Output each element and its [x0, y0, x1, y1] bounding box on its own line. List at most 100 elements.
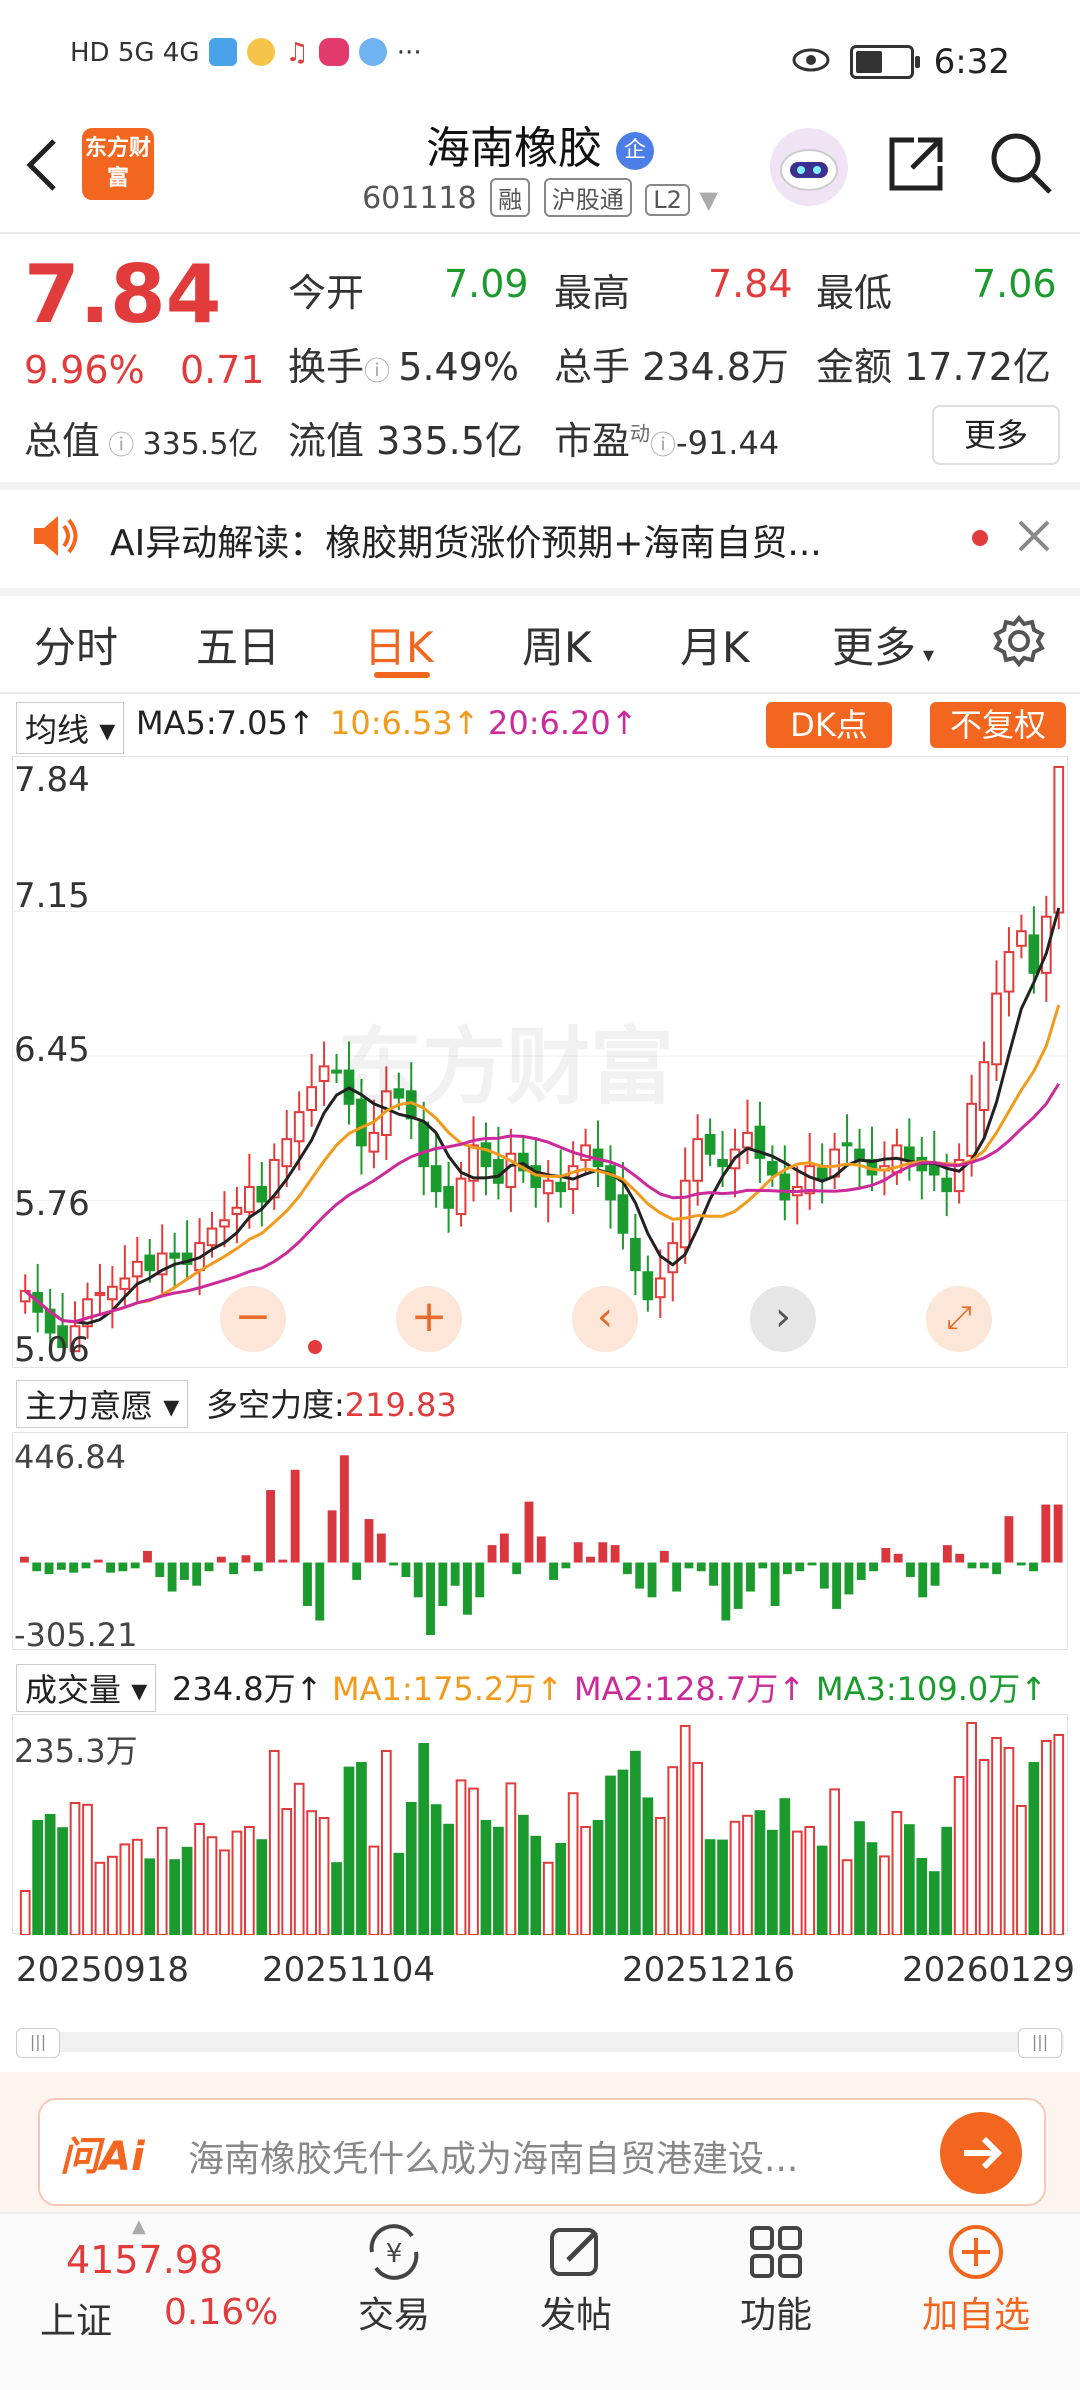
oscillator-bar — [20, 1556, 29, 1563]
app-notification-icons: ♫ — [209, 38, 387, 68]
scroll-left-button[interactable]: ‹ — [572, 1286, 638, 1352]
grid-icon — [750, 2226, 802, 2278]
oscillator-bar — [352, 1562, 362, 1580]
dk-point-button[interactable]: DK点 — [766, 702, 892, 748]
nav-trade[interactable]: ¥ 交易 — [334, 2222, 454, 2338]
settings-button[interactable] — [992, 614, 1046, 672]
tab-weekly-k[interactable]: 周K — [522, 614, 592, 675]
index-change[interactable]: 0.16% — [164, 2292, 278, 2333]
oscillator-bar — [389, 1562, 399, 1566]
ai-news-bar[interactable]: AI异动解读：橡胶期货涨价预期+海南自贸... — [0, 488, 1080, 586]
volume-bar — [928, 1871, 940, 1936]
amount-row: 金额 17.72亿 — [816, 345, 1051, 389]
ask-ai-submit[interactable] — [940, 2112, 1022, 2194]
candle-body — [692, 1138, 704, 1182]
candle-body — [244, 1185, 255, 1213]
tab-daily-k[interactable]: 日K — [364, 614, 434, 675]
volume-bar — [57, 1827, 68, 1936]
change-percent: 9.96% — [24, 348, 145, 392]
nav-add-label: 加自选 — [921, 2295, 1030, 2336]
oscillator-bar — [401, 1562, 411, 1578]
volume-chart[interactable] — [13, 1715, 1069, 1937]
index-name[interactable]: 上证 — [40, 2292, 112, 2344]
oscillator-bar — [869, 1562, 878, 1572]
nav-trade-label: 交易 — [357, 2295, 430, 2336]
volume-bar — [256, 1839, 268, 1936]
candle-body — [542, 1179, 554, 1195]
caret-down-icon[interactable]: ▼ — [699, 186, 717, 214]
volume-panel[interactable] — [12, 1714, 1069, 1937]
ask-ai-brand: 问Ai — [60, 2134, 145, 2180]
adjust-button[interactable]: 不复权 — [930, 702, 1066, 748]
oscillator-bar — [635, 1562, 645, 1589]
candle-body — [293, 1111, 305, 1143]
candle-body — [841, 1142, 853, 1147]
y-tick-2: 7.15 — [14, 876, 90, 916]
fullscreen-button[interactable]: ⤢ — [926, 1286, 992, 1352]
y-tick-4: 5.76 — [14, 1184, 90, 1224]
indicator1-selector[interactable]: 主力意愿 ▾ — [16, 1380, 189, 1428]
oscillator-bar — [844, 1562, 854, 1595]
robot-assistant-icon[interactable] — [770, 128, 848, 206]
oscillator-bar — [426, 1562, 435, 1635]
volume-bar — [816, 1845, 828, 1937]
turnover-value: 5.49% — [398, 345, 519, 389]
index-value[interactable]: 4157.98 — [66, 2238, 223, 2282]
oscillator-bar — [241, 1555, 251, 1563]
volume-bar — [879, 1855, 890, 1936]
tab-active-indicator — [374, 672, 430, 678]
share-icon — [889, 137, 943, 191]
close-icon[interactable] — [1016, 518, 1052, 558]
volume-bar — [754, 1810, 766, 1936]
range-handle-right[interactable]: ||| — [1018, 2028, 1062, 2058]
volume-bar — [779, 1798, 791, 1936]
oscillator-bar — [1053, 1504, 1063, 1563]
pe-row: 市盈动ⓘ-91.44 — [554, 419, 780, 463]
oscillator-panel[interactable] — [12, 1432, 1068, 1650]
zoom-out-button[interactable]: − — [220, 1286, 286, 1352]
volume-bar — [978, 1759, 990, 1936]
oscillator-bar — [598, 1542, 608, 1563]
mktcap-label: 总值 ⓘ 335.5亿 — [24, 419, 259, 463]
volume-bar — [692, 1762, 704, 1936]
tab-five-day[interactable]: 五日 — [196, 614, 280, 675]
tab-more[interactable]: 更多 ▾ — [832, 614, 934, 675]
candle-body — [679, 1179, 691, 1249]
tab-monthly-k[interactable]: 月K — [680, 614, 750, 675]
ma-selector[interactable]: 均线 ▾ — [16, 702, 125, 754]
candle-body — [941, 1177, 953, 1193]
yen-exchange-icon: ¥ — [369, 2224, 419, 2280]
volume-bar — [393, 1852, 405, 1936]
volume-bar — [1003, 1747, 1015, 1936]
volume-bar — [829, 1788, 840, 1937]
oscillator-bar — [487, 1545, 497, 1563]
oscillator-bar — [118, 1562, 128, 1572]
status-left: HD 5G 4G ♫ ··· — [70, 38, 422, 68]
oscillator-bar — [573, 1542, 583, 1563]
indicator2-selector[interactable]: 成交量 ▾ — [16, 1664, 157, 1712]
oscillator-chart[interactable] — [13, 1433, 1069, 1651]
oscillator-bar — [44, 1562, 54, 1575]
nav-functions[interactable]: 功能 — [716, 2222, 836, 2338]
ask-ai-input[interactable]: 问Ai 海南橡胶凭什么成为海南自贸港建设... — [38, 2098, 1046, 2206]
volume-bar — [916, 1858, 928, 1936]
oscillator-bar — [438, 1562, 448, 1607]
scroll-right-button[interactable]: › — [750, 1286, 816, 1352]
range-scrollbar[interactable] — [16, 2032, 1064, 2052]
volume-current: 234.8万↑ — [172, 1670, 323, 1708]
volume-bar — [530, 1835, 542, 1936]
range-handle-left[interactable]: ||| — [16, 2028, 60, 2058]
share-button[interactable] — [884, 132, 948, 200]
volume-bar — [966, 1722, 977, 1936]
more-quote-button[interactable]: 更多 — [932, 405, 1060, 465]
search-button[interactable] — [988, 130, 1054, 200]
svg-text:¥: ¥ — [386, 2239, 403, 2269]
volume-bar — [642, 1797, 654, 1937]
oscillator-bar — [499, 1533, 509, 1563]
nav-post[interactable]: 发帖 — [516, 2222, 636, 2338]
nav-add-watchlist[interactable]: 加自选 — [906, 2222, 1046, 2338]
volume-bar — [405, 1802, 417, 1936]
tab-intraday[interactable]: 分时 — [34, 614, 118, 675]
oscillator-bar — [709, 1562, 718, 1586]
zoom-in-button[interactable]: + — [396, 1286, 462, 1352]
